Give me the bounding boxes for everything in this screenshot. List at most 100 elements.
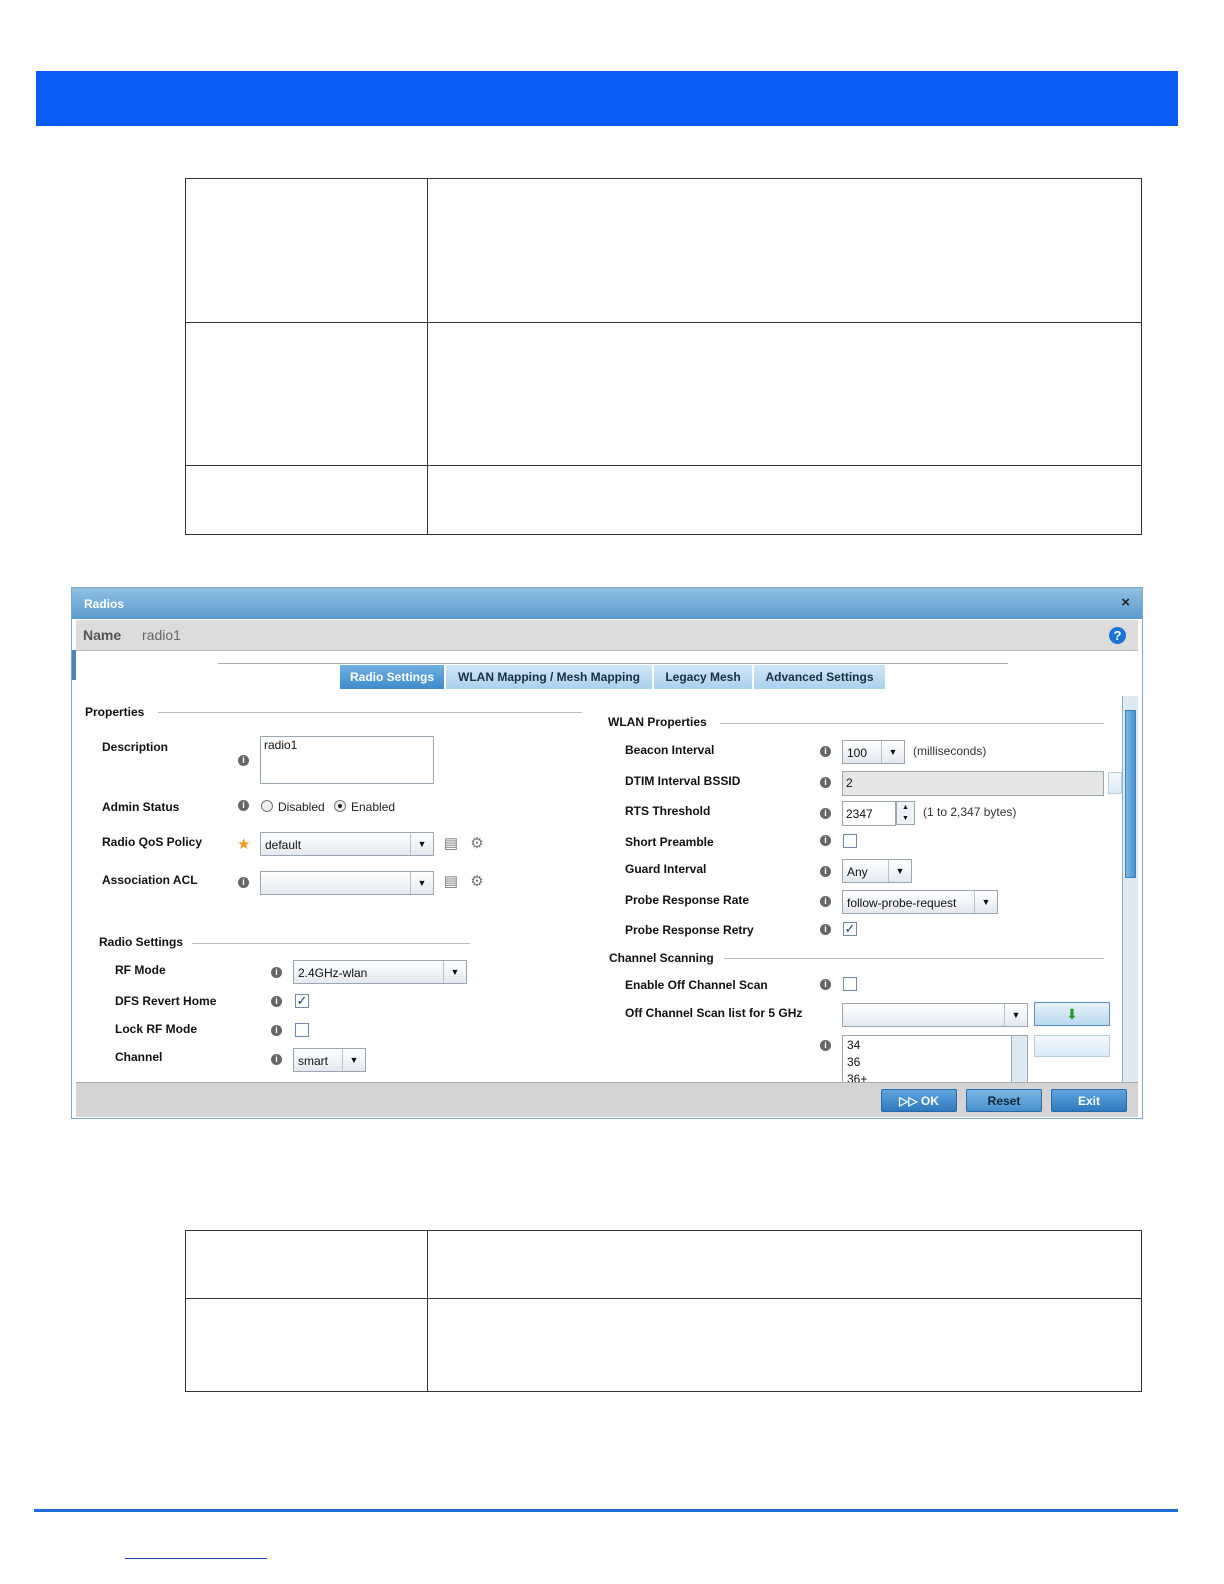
association-acl-label: Association ACL	[102, 873, 198, 887]
probe-response-retry-label: Probe Response Retry	[625, 923, 754, 937]
gear-icon[interactable]: ⚙	[468, 873, 486, 891]
tab-wlan-mapping[interactable]: WLAN Mapping / Mesh Mapping	[446, 665, 652, 689]
table-cell	[185, 178, 428, 323]
channel-listbox[interactable]: 34 36 36+	[842, 1035, 1028, 1083]
parameter-table-top	[185, 178, 1142, 535]
info-icon[interactable]: i	[238, 877, 249, 888]
tab-advanced-settings[interactable]: Advanced Settings	[754, 665, 885, 689]
info-icon[interactable]: i	[820, 746, 831, 757]
rts-threshold-input[interactable]: 2347	[842, 801, 896, 826]
info-icon[interactable]: i	[271, 996, 282, 1007]
admin-status-label: Admin Status	[102, 800, 180, 814]
scrollbar-thumb[interactable]	[1125, 710, 1136, 878]
guard-interval-select[interactable]: Any ▼	[842, 859, 912, 883]
info-icon[interactable]: i	[820, 835, 831, 846]
list-item[interactable]: 34	[847, 1038, 860, 1052]
probe-response-retry-checkbox[interactable]: ✓	[843, 922, 857, 936]
table-cell	[185, 465, 428, 535]
parameter-table-bottom	[185, 1230, 1142, 1392]
lock-rf-mode-checkbox[interactable]	[295, 1023, 309, 1037]
info-icon[interactable]: i	[820, 924, 831, 935]
reset-button[interactable]: Reset	[966, 1089, 1042, 1112]
info-icon[interactable]: i	[820, 866, 831, 877]
dialog-button-bar: ▷▷ OK Reset Exit	[76, 1082, 1138, 1117]
beacon-unit: (milliseconds)	[913, 744, 987, 758]
footer-link-underline[interactable]	[125, 1558, 267, 1559]
channel-scanning-heading: Channel Scanning	[609, 951, 714, 965]
listbox-scrollbar[interactable]	[1011, 1036, 1027, 1082]
remove-channel-button[interactable]	[1034, 1035, 1110, 1057]
info-icon[interactable]: i	[238, 755, 249, 766]
rts-spinner[interactable]: ▲ ▼	[896, 801, 915, 825]
rts-threshold-label: RTS Threshold	[625, 804, 711, 818]
exit-button[interactable]: Exit	[1051, 1089, 1127, 1112]
gear-icon[interactable]: ⚙	[468, 835, 486, 853]
ok-label: OK	[920, 1094, 939, 1108]
channel-select[interactable]: smart ▼	[293, 1048, 366, 1072]
short-preamble-checkbox[interactable]	[843, 834, 857, 848]
chevron-down-icon: ▼	[410, 833, 433, 855]
enable-off-channel-scan-checkbox[interactable]	[843, 977, 857, 991]
qos-policy-select[interactable]: default ▼	[260, 832, 434, 856]
table-cell	[427, 1230, 1142, 1299]
table-cell	[185, 322, 428, 466]
ok-button[interactable]: ▷▷ OK	[881, 1089, 957, 1112]
add-policy-icon[interactable]: ▤	[442, 873, 460, 891]
description-input[interactable]: radio1	[260, 736, 434, 784]
association-acl-select[interactable]: ▼	[260, 871, 434, 895]
resize-handle[interactable]	[1108, 772, 1122, 794]
info-icon[interactable]: i	[271, 1054, 282, 1065]
add-channel-button[interactable]: ⬇	[1034, 1002, 1110, 1026]
admin-disabled-radio[interactable]	[261, 800, 273, 812]
name-value: radio1	[142, 627, 181, 643]
page-header-bar	[36, 71, 1178, 126]
rf-mode-value: 2.4GHz-wlan	[298, 966, 368, 980]
channel-label: Channel	[115, 1050, 163, 1064]
info-icon[interactable]: i	[238, 800, 249, 811]
tab-legacy-mesh[interactable]: Legacy Mesh	[654, 665, 752, 689]
arrow-up-icon[interactable]: ▲	[902, 804, 909, 811]
radios-dialog: Radios × Name radio1 ? Radio Settings WL…	[71, 587, 1143, 1119]
left-accent	[72, 650, 76, 680]
probe-response-rate-select[interactable]: follow-probe-request ▼	[842, 890, 998, 914]
admin-enabled-radio[interactable]	[334, 800, 346, 812]
close-icon[interactable]: ×	[1121, 594, 1130, 611]
info-icon[interactable]: i	[820, 808, 831, 819]
info-icon[interactable]: i	[820, 896, 831, 907]
info-icon[interactable]: i	[820, 1040, 831, 1051]
wlan-properties-heading: WLAN Properties	[608, 715, 707, 729]
radio-settings-heading: Radio Settings	[99, 935, 184, 949]
chevron-down-icon: ▼	[342, 1049, 365, 1071]
description-label: Description	[102, 740, 169, 754]
dtim-interval-label: DTIM Interval BSSID	[625, 774, 741, 788]
add-policy-icon[interactable]: ▤	[442, 835, 460, 853]
enable-off-channel-scan-label: Enable Off Channel Scan	[625, 978, 768, 992]
probe-response-rate-value: follow-probe-request	[847, 896, 957, 910]
info-icon[interactable]: i	[820, 777, 831, 788]
info-icon[interactable]: i	[271, 1025, 282, 1036]
dialog-title: Radios	[84, 597, 125, 611]
name-bar: Name radio1 ?	[76, 620, 1138, 651]
help-icon[interactable]: ?	[1109, 627, 1126, 644]
info-icon[interactable]: i	[271, 967, 282, 978]
qos-policy-label: Radio QoS Policy	[102, 835, 203, 849]
dtim-interval-input[interactable]: 2	[842, 771, 1104, 796]
tab-radio-settings[interactable]: Radio Settings	[340, 665, 444, 689]
arrow-down-icon[interactable]: ▼	[902, 815, 909, 822]
info-icon[interactable]: i	[820, 979, 831, 990]
admin-disabled-label: Disabled	[278, 800, 325, 814]
beacon-interval-select[interactable]: 100 ▼	[842, 740, 905, 764]
main-scrollbar[interactable]	[1122, 696, 1138, 1082]
admin-enabled-label: Enabled	[351, 800, 396, 814]
list-item[interactable]: 36	[847, 1055, 860, 1069]
section-divider	[192, 943, 470, 944]
dfs-revert-checkbox[interactable]: ✓	[295, 994, 309, 1008]
required-star-icon: ★	[237, 836, 251, 853]
name-label: Name	[83, 627, 122, 643]
chevron-down-icon: ▼	[888, 860, 911, 882]
guard-interval-label: Guard Interval	[625, 862, 707, 876]
off-channel-scan-select[interactable]: ▼	[842, 1003, 1028, 1027]
rf-mode-select[interactable]: 2.4GHz-wlan ▼	[293, 960, 467, 984]
green-down-arrow-icon: ⬇	[1066, 1006, 1078, 1022]
lock-rf-mode-label: Lock RF Mode	[115, 1022, 198, 1036]
